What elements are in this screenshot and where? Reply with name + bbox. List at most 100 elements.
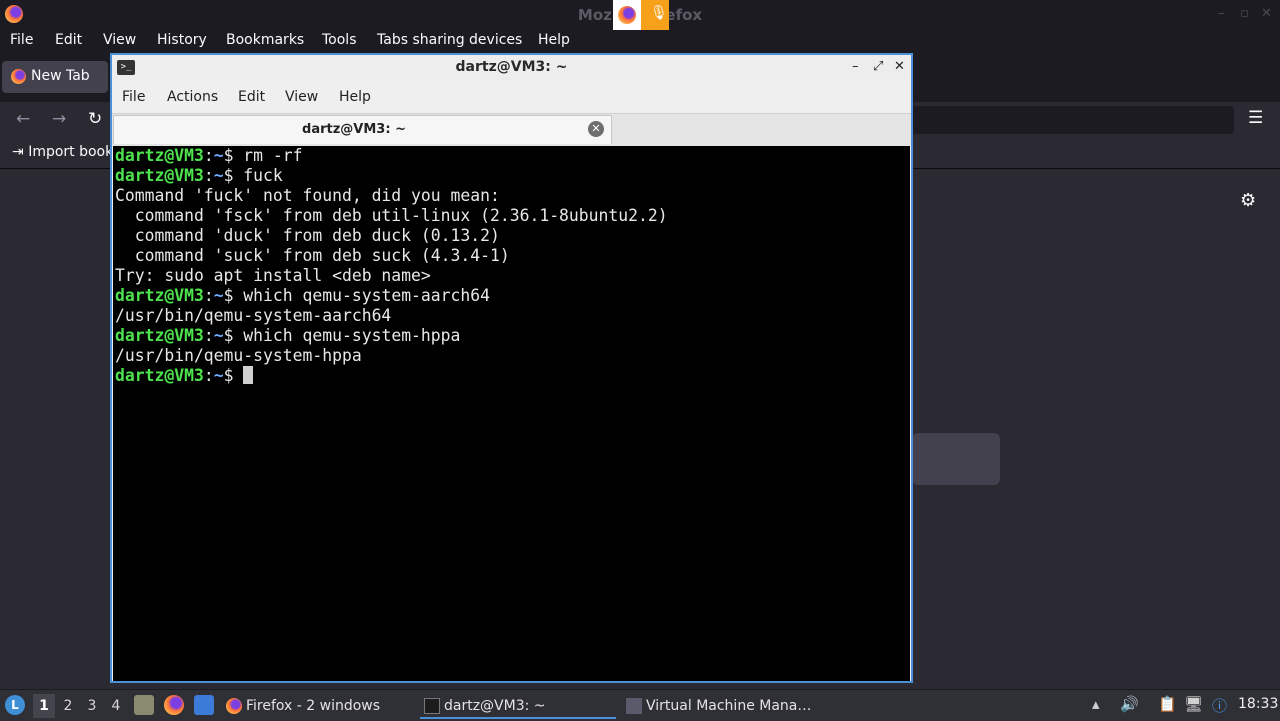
taskbar: L 1 2 3 4 Firefox - 2 windows dartz@VM3:… bbox=[0, 689, 1280, 721]
terminal-command bbox=[233, 366, 243, 385]
terminal-output-line: Command 'fuck' not found, did you mean: bbox=[115, 186, 500, 205]
prompt-path: ~ bbox=[213, 366, 224, 385]
maximize-icon[interactable]: ⤢ bbox=[873, 59, 883, 74]
terminal-icon bbox=[424, 698, 440, 714]
firefox-titlebar: Mozilla Firefox – ▫ ✕ 🎙 bbox=[0, 0, 1280, 30]
prompt-path: ~ bbox=[213, 146, 224, 165]
menu-actions[interactable]: Actions bbox=[167, 89, 218, 105]
terminal-tab[interactable]: dartz@VM3: ~ ✕ bbox=[113, 115, 612, 144]
terminal-output-line: /usr/bin/qemu-system-hppa bbox=[115, 346, 362, 365]
task-label: Firefox - 2 windows bbox=[246, 698, 381, 714]
microphone-icon: 🎙 bbox=[650, 5, 668, 21]
prompt-symbol: $ bbox=[223, 286, 234, 305]
terminal-command: which qemu-system-aarch64 bbox=[233, 286, 491, 305]
prompt-user: dartz@VM3 bbox=[115, 326, 204, 345]
newtab-search-card[interactable] bbox=[912, 433, 1000, 485]
menu-view[interactable]: View bbox=[285, 89, 318, 105]
terminal-window: >_ dartz@VM3: ~ – ⤢ ✕ File Actions Edit … bbox=[110, 53, 913, 683]
sharing-indicator[interactable]: 🎙 bbox=[613, 0, 669, 30]
terminal-cursor bbox=[243, 366, 254, 384]
workspace-2[interactable]: 2 bbox=[57, 694, 79, 718]
url-bar[interactable] bbox=[912, 106, 1234, 134]
terminal-command: fuck bbox=[233, 166, 283, 185]
back-arrow-icon[interactable]: ← bbox=[16, 109, 30, 129]
terminal-prompt-line: dartz@VM3:~$ which qemu-system-hppa bbox=[113, 326, 910, 346]
firefox-menubar: File Edit View History Bookmarks Tools T… bbox=[0, 30, 1280, 52]
firefox-icon bbox=[226, 698, 242, 714]
firefox-icon[interactable] bbox=[164, 695, 184, 715]
terminal-output-line: /usr/bin/qemu-system-aarch64 bbox=[115, 306, 392, 325]
prompt-symbol: $ bbox=[223, 166, 234, 185]
prompt-user: dartz@VM3 bbox=[115, 366, 204, 385]
network-icon[interactable]: 🖥 bbox=[1184, 695, 1203, 713]
terminal-window-title: dartz@VM3: ~ bbox=[455, 59, 568, 75]
terminal-titlebar[interactable]: >_ dartz@VM3: ~ – ⤢ ✕ bbox=[112, 55, 911, 81]
maximize-icon[interactable]: ▫ bbox=[1240, 6, 1249, 21]
prompt-path: ~ bbox=[213, 326, 224, 345]
terminal-menubar: File Actions Edit View Help bbox=[112, 81, 911, 113]
menu-help[interactable]: Help bbox=[339, 89, 371, 105]
workspace-4[interactable]: 4 bbox=[105, 694, 127, 718]
gear-icon[interactable]: ⚙ bbox=[1240, 190, 1256, 211]
task-label: dartz@VM3: ~ bbox=[444, 698, 546, 714]
menu-view[interactable]: View bbox=[103, 32, 136, 48]
menu-file[interactable]: File bbox=[10, 32, 33, 48]
firefox-logo-icon bbox=[618, 6, 636, 24]
prompt-symbol: $ bbox=[223, 326, 234, 345]
terminal-prompt-line: dartz@VM3:~$ fuck bbox=[113, 166, 910, 186]
prompt-separator: : bbox=[203, 146, 214, 165]
menu-edit[interactable]: Edit bbox=[238, 89, 265, 105]
task-firefox[interactable]: Firefox - 2 windows bbox=[222, 693, 412, 719]
terminal-prompt-line: dartz@VM3:~$ which qemu-system-aarch64 bbox=[113, 286, 910, 306]
menu-edit[interactable]: Edit bbox=[55, 32, 82, 48]
prompt-symbol: $ bbox=[223, 366, 234, 385]
prompt-separator: : bbox=[203, 326, 214, 345]
terminal-command: which qemu-system-hppa bbox=[233, 326, 461, 345]
show-desktop-icon[interactable] bbox=[194, 695, 214, 715]
clipboard-icon[interactable]: 📋 bbox=[1158, 695, 1177, 713]
workspace-1[interactable]: 1 bbox=[33, 694, 55, 718]
forward-arrow-icon[interactable]: → bbox=[52, 109, 66, 129]
close-icon[interactable]: ✕ bbox=[894, 59, 905, 74]
terminal-output-line: Try: sudo apt install <deb name> bbox=[115, 266, 431, 285]
prompt-separator: : bbox=[203, 166, 214, 185]
prompt-user: dartz@VM3 bbox=[115, 286, 204, 305]
terminal-output-line: command 'suck' from deb suck (4.3.4-1) bbox=[115, 246, 510, 265]
task-virt-manager[interactable]: Virtual Machine Mana… bbox=[622, 693, 822, 719]
menu-tools[interactable]: Tools bbox=[322, 32, 357, 48]
tray-up-arrow-icon[interactable]: ▴ bbox=[1092, 695, 1100, 713]
file-manager-icon[interactable] bbox=[134, 695, 154, 715]
prompt-separator: : bbox=[203, 366, 214, 385]
menu-bookmarks[interactable]: Bookmarks bbox=[226, 32, 304, 48]
task-terminal[interactable]: dartz@VM3: ~ bbox=[420, 693, 616, 719]
menu-history[interactable]: History bbox=[157, 32, 207, 48]
reload-icon[interactable]: ↻ bbox=[88, 109, 102, 129]
hamburger-menu-icon[interactable]: ☰ bbox=[1248, 108, 1263, 128]
volume-icon[interactable]: 🔊 bbox=[1120, 695, 1139, 713]
prompt-path: ~ bbox=[213, 286, 224, 305]
task-label: Virtual Machine Mana… bbox=[646, 698, 812, 714]
terminal-output-line: command 'fsck' from deb util-linux (2.36… bbox=[115, 206, 668, 225]
notification-icon[interactable]: ⓘ bbox=[1212, 695, 1227, 716]
terminal-tabbar: dartz@VM3: ~ ✕ bbox=[112, 113, 911, 146]
terminal-prompt-line: dartz@VM3:~$ bbox=[113, 366, 910, 386]
clock: 18:33 bbox=[1238, 696, 1279, 712]
close-icon[interactable]: ✕ bbox=[1261, 6, 1272, 21]
firefox-logo-icon bbox=[11, 69, 26, 84]
close-tab-icon[interactable]: ✕ bbox=[588, 121, 604, 137]
menu-help[interactable]: Help bbox=[538, 32, 570, 48]
minimize-icon[interactable]: – bbox=[852, 59, 859, 74]
prompt-user: dartz@VM3 bbox=[115, 146, 204, 165]
tab-new-tab[interactable]: New Tab bbox=[2, 61, 108, 93]
prompt-user: dartz@VM3 bbox=[115, 166, 204, 185]
workspace-3[interactable]: 3 bbox=[81, 694, 103, 718]
terminal-tab-label: dartz@VM3: ~ bbox=[302, 122, 406, 137]
terminal-output[interactable]: dartz@VM3:~$ rm -rf dartz@VM3:~$ fuck Comm… bbox=[113, 146, 910, 681]
virt-manager-icon bbox=[626, 698, 642, 714]
terminal-output-line: command 'duck' from deb duck (0.13.2) bbox=[115, 226, 500, 245]
terminal-prompt-line: dartz@VM3:~$ rm -rf bbox=[113, 146, 910, 166]
menu-tabs-sharing-devices[interactable]: Tabs sharing devices bbox=[377, 32, 522, 48]
menu-file[interactable]: File bbox=[122, 89, 145, 105]
minimize-icon[interactable]: – bbox=[1218, 6, 1225, 21]
start-menu-icon[interactable]: L bbox=[5, 695, 25, 715]
